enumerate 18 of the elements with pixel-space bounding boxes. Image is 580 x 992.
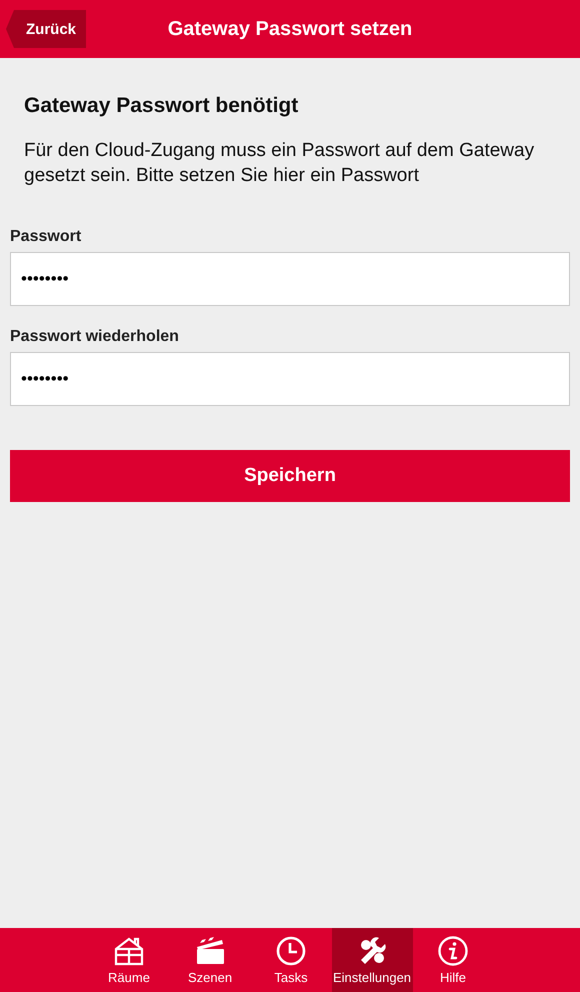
tab-bar-item[interactable]: Hilfe xyxy=(412,928,494,992)
password-field[interactable]: •••••••• xyxy=(10,352,570,406)
tab-bar-item[interactable]: Räume xyxy=(88,928,170,992)
password-field[interactable]: •••••••• xyxy=(10,252,570,306)
section-heading: Gateway Passwort benötigt xyxy=(24,94,300,118)
tab-bar-item[interactable]: Tasks xyxy=(250,928,332,992)
page-title: Gateway Passwort setzen xyxy=(168,18,412,40)
info-text: Für den Cloud-Zugang muss ein Passwort auf dem Gateway gesetzt sein. Bitte setzen Sie hier ein Passwort xyxy=(24,139,536,188)
field-label: Passwort xyxy=(10,228,82,246)
info-icon xyxy=(437,935,469,967)
tab-bar-item[interactable]: Szenen xyxy=(170,928,250,992)
clock-icon xyxy=(275,935,307,967)
back-button[interactable]: Zurück xyxy=(6,10,86,48)
save-button[interactable]: Speichern xyxy=(10,450,570,502)
tab-bar-item[interactable]: Einstellungen xyxy=(332,928,412,992)
field-label: Passwort wiederholen xyxy=(10,328,180,346)
clapperboard-icon xyxy=(194,935,226,967)
house-icon xyxy=(113,935,145,967)
